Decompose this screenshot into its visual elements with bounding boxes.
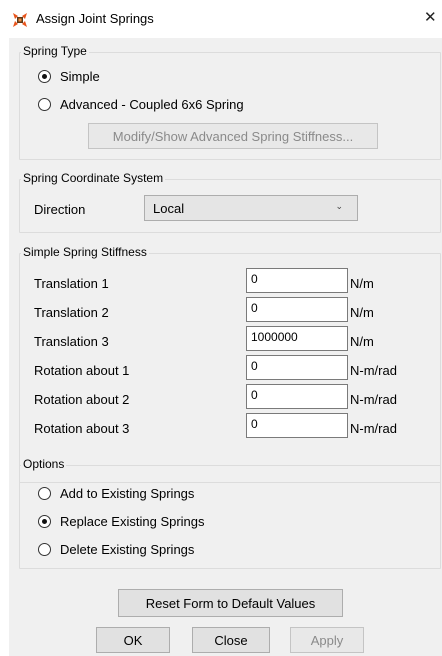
translation-2-input[interactable]: 0 — [246, 297, 348, 322]
rotation-1-unit: N-m/rad — [350, 363, 397, 378]
radio-replace-existing[interactable]: Replace Existing Springs — [38, 514, 205, 529]
simple-stiffness-legend: Simple Spring Stiffness — [21, 245, 149, 259]
options-legend: Options — [21, 457, 67, 471]
rotation-2-unit: N-m/rad — [350, 392, 397, 407]
translation-3-label: Translation 3 — [34, 334, 109, 349]
translation-1-input[interactable]: 0 — [246, 268, 348, 293]
rotation-3-input[interactable]: 0 — [246, 413, 348, 438]
spring-type-legend: Spring Type — [21, 44, 89, 58]
translation-2-label: Translation 2 — [34, 305, 109, 320]
translation-1-label: Translation 1 — [34, 276, 109, 291]
close-icon[interactable]: ✕ — [424, 9, 437, 27]
close-button[interactable]: Close — [192, 627, 270, 653]
direction-label: Direction — [34, 202, 86, 217]
options-group: Options Add to Existing Springs Replace … — [19, 457, 441, 569]
radio-simple[interactable]: Simple — [38, 69, 100, 84]
simple-stiffness-group: Simple Spring Stiffness Translation 1 0 … — [19, 245, 441, 483]
modify-advanced-stiffness-button[interactable]: Modify/Show Advanced Spring Stiffness... — [88, 123, 378, 149]
title-bar: Assign Joint Springs ✕ — [0, 0, 442, 38]
translation-3-input[interactable]: 1000000 — [246, 326, 348, 351]
direction-value: Local — [153, 200, 185, 216]
translation-2-unit: N/m — [350, 305, 374, 320]
radio-replace-existing-label: Replace Existing Springs — [60, 514, 205, 529]
radio-add-existing[interactable]: Add to Existing Springs — [38, 486, 194, 501]
radio-advanced-label: Advanced - Coupled 6x6 Spring — [60, 97, 244, 112]
translation-3-unit: N/m — [350, 334, 374, 349]
rotation-1-input[interactable]: 0 — [246, 355, 348, 380]
coordinate-system-legend: Spring Coordinate System — [21, 171, 166, 185]
spring-type-group: Spring Type Simple Advanced - Coupled 6x… — [19, 44, 441, 160]
chevron-down-icon: ⌄ — [335, 201, 343, 211]
radio-delete-existing-label: Delete Existing Springs — [60, 542, 195, 557]
rotation-3-unit: N-m/rad — [350, 421, 397, 436]
window-title: Assign Joint Springs — [36, 11, 154, 26]
radio-advanced[interactable]: Advanced - Coupled 6x6 Spring — [38, 97, 244, 112]
radio-advanced-indicator[interactable] — [38, 98, 51, 111]
rotation-3-label: Rotation about 3 — [34, 421, 130, 436]
rotation-1-label: Rotation about 1 — [34, 363, 130, 378]
radio-simple-label: Simple — [60, 69, 100, 84]
dialog-client-area: Spring Type Simple Advanced - Coupled 6x… — [9, 38, 442, 656]
radio-simple-indicator[interactable] — [38, 70, 51, 83]
apply-button[interactable]: Apply — [290, 627, 364, 653]
radio-replace-existing-indicator[interactable] — [38, 515, 51, 528]
radio-delete-existing-indicator[interactable] — [38, 543, 51, 556]
radio-add-existing-indicator[interactable] — [38, 487, 51, 500]
coordinate-system-group: Spring Coordinate System Direction Local… — [19, 171, 441, 233]
radio-delete-existing[interactable]: Delete Existing Springs — [38, 542, 194, 557]
spring-app-icon — [13, 13, 27, 27]
reset-defaults-button[interactable]: Reset Form to Default Values — [118, 589, 343, 617]
radio-add-existing-label: Add to Existing Springs — [60, 486, 195, 501]
rotation-2-input[interactable]: 0 — [246, 384, 348, 409]
rotation-2-label: Rotation about 2 — [34, 392, 130, 407]
ok-button[interactable]: OK — [96, 627, 170, 653]
direction-select[interactable]: Local ⌄ — [144, 195, 358, 221]
translation-1-unit: N/m — [350, 276, 374, 291]
